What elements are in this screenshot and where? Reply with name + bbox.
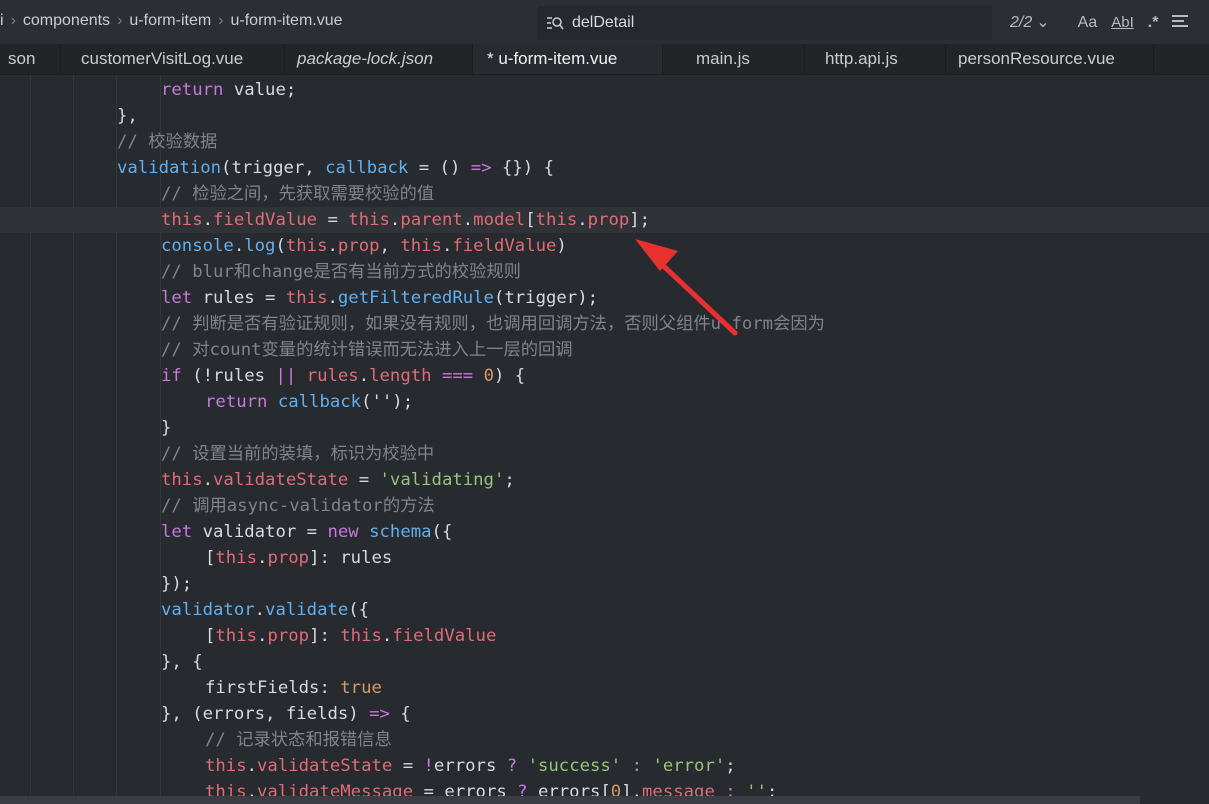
breadcrumb-item[interactable]: u-form-item [129, 12, 211, 30]
regex-button[interactable]: .* [1148, 14, 1159, 32]
match-count: 2/2 ⌄ [1010, 12, 1050, 32]
code-editor[interactable]: return value;},// 校验数据 validation(trigger… [0, 75, 1209, 804]
tab-u-form-item[interactable]: * u-form-item.vue [473, 44, 663, 74]
search-options: 2/2 ⌄ Aa AbI .* [1010, 12, 1202, 32]
tab-package-lock[interactable]: package-lock.json [285, 44, 473, 74]
tab-bar: son customerVisitLog.vue package-lock.js… [0, 44, 1209, 75]
chevron-right-icon: › [117, 12, 123, 29]
chevron-right-icon: › [218, 12, 224, 29]
search-value: delDetail [572, 14, 635, 31]
tab-json[interactable]: son [0, 44, 61, 74]
chevron-right-icon: › [10, 12, 16, 29]
top-bar: i › components › u-form-item › u-form-item.vue… [0, 0, 1209, 45]
breadcrumb-item[interactable]: components [23, 12, 110, 30]
tab-customer-visit-log[interactable]: customerVisitLog.vue [61, 44, 285, 74]
breadcrumb-item[interactable]: i [0, 12, 4, 30]
red-arrow-annotation [635, 239, 738, 336]
whole-word-button[interactable]: AbI [1111, 14, 1134, 31]
tab-http-api[interactable]: http.api.js [805, 44, 946, 74]
tab-person-resource[interactable]: personResource.vue [946, 44, 1154, 74]
tab-main-js[interactable]: main.js [663, 44, 805, 74]
breadcrumb: i › components › u-form-item › u-form-item.vue [0, 12, 343, 30]
horizontal-scrollbar[interactable] [0, 796, 1140, 804]
search-input[interactable]: delDetail [538, 6, 992, 40]
menu-icon[interactable] [1172, 15, 1189, 29]
search-icon [547, 17, 564, 30]
chevron-down-icon[interactable]: ⌄ [1036, 12, 1049, 32]
match-case-button[interactable]: Aa [1078, 14, 1098, 32]
breadcrumb-item[interactable]: u-form-item.vue [231, 12, 343, 30]
